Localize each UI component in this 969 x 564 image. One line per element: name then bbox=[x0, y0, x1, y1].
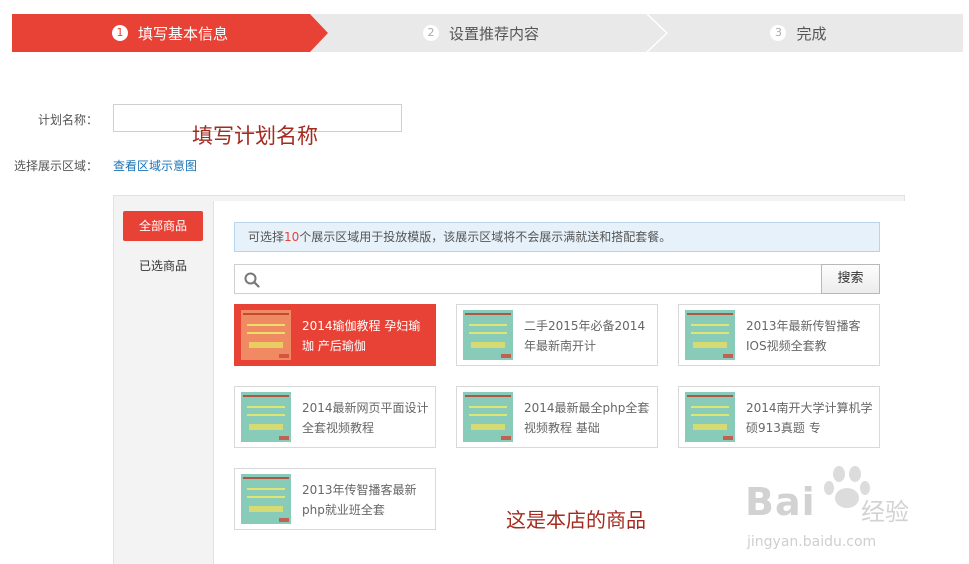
step-label: 设置推荐内容 bbox=[448, 24, 539, 43]
step-label: 完成 bbox=[796, 24, 827, 43]
tab-all-products[interactable]: 全部商品 bbox=[123, 211, 203, 241]
product-card[interactable]: 2014最新最全php全套视频教程 基础 bbox=[456, 386, 658, 448]
product-thumbnail bbox=[241, 310, 291, 360]
view-area-diagram-link[interactable]: 查看区域示意图 bbox=[113, 157, 197, 174]
product-title: 二手2015年必备2014年最新南开计 bbox=[524, 319, 646, 353]
step-recommend-content: 2 设置推荐内容 bbox=[308, 14, 654, 52]
product-thumbnail bbox=[685, 310, 735, 360]
product-thumbnail bbox=[685, 392, 735, 442]
step-number: 1 bbox=[111, 25, 128, 41]
watermark-brand: Bai bbox=[745, 480, 816, 524]
search-box bbox=[234, 264, 822, 294]
plan-name-label: 计划名称： bbox=[38, 113, 99, 127]
shop-products-annotation: 这是本店的商品 bbox=[506, 508, 646, 532]
notice-suffix: 个展示区域用于投放模版，该展示区域将不会展示满就送和搭配套餐。 bbox=[299, 230, 672, 244]
display-area-label: 选择展示区域： bbox=[14, 159, 99, 173]
product-title: 2014最新最全php全套视频教程 基础 bbox=[524, 401, 650, 435]
step-progress-bar: 1 填写基本信息 2 设置推荐内容 3 完成 bbox=[12, 14, 963, 52]
product-card[interactable]: 2014南开大学计算机学硕913真题 专 bbox=[678, 386, 880, 448]
product-title: 2014最新网页平面设计全套视频教程 bbox=[302, 401, 429, 435]
step-label: 填写基本信息 bbox=[137, 24, 228, 43]
product-card[interactable]: 2013年最新传智播客IOS视频全套教 bbox=[678, 304, 880, 366]
product-title: 2014南开大学计算机学硕913真题 专 bbox=[746, 401, 873, 435]
product-card[interactable]: 2013年传智播客最新php就业班全套 bbox=[234, 468, 436, 530]
product-card[interactable]: 2014瑜伽教程 孕妇瑜珈 产后瑜伽 bbox=[234, 304, 436, 366]
product-card[interactable]: 2014最新网页平面设计全套视频教程 bbox=[234, 386, 436, 448]
search-input[interactable] bbox=[265, 266, 819, 294]
product-card[interactable]: 二手2015年必备2014年最新南开计 bbox=[456, 304, 658, 366]
product-thumbnail bbox=[463, 392, 513, 442]
product-thumbnail bbox=[463, 310, 513, 360]
search-icon bbox=[244, 272, 260, 288]
product-thumbnail bbox=[241, 474, 291, 524]
product-search: 搜索 bbox=[234, 264, 880, 294]
product-title: 2013年传智播客最新php就业班全套 bbox=[302, 483, 417, 517]
notice-banner: 可选择10个展示区域用于投放模版，该展示区域将不会展示满就送和搭配套餐。 bbox=[234, 222, 880, 252]
product-title: 2014瑜伽教程 孕妇瑜珈 产后瑜伽 bbox=[302, 319, 421, 353]
step-number: 3 bbox=[770, 25, 787, 41]
product-thumbnail bbox=[241, 392, 291, 442]
baidu-jingyan-watermark: Bai 经验 jingyan.baidu.com bbox=[745, 462, 965, 562]
step-number: 2 bbox=[422, 25, 439, 41]
step-complete: 3 完成 bbox=[634, 14, 963, 52]
watermark-brand-cn: 经验 bbox=[861, 498, 909, 526]
plan-name-annotation: 填写计划名称 bbox=[192, 124, 318, 148]
watermark-url: jingyan.baidu.com bbox=[747, 534, 877, 550]
search-button[interactable]: 搜索 bbox=[821, 264, 880, 294]
notice-prefix: 可选择 bbox=[248, 230, 285, 244]
step-basic-info: 1 填写基本信息 bbox=[12, 14, 328, 52]
product-title: 2013年最新传智播客IOS视频全套教 bbox=[746, 319, 861, 353]
tab-selected-products[interactable]: 已选商品 bbox=[123, 257, 203, 275]
notice-count: 10 bbox=[284, 230, 300, 244]
